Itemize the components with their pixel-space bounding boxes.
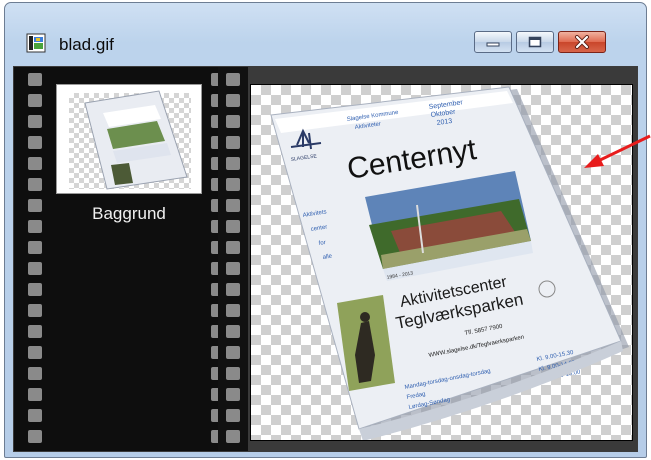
film-sprocket	[226, 430, 240, 443]
film-sprocket	[226, 304, 240, 317]
film-sprocket	[226, 283, 240, 296]
title-bar[interactable]: blad.gif	[5, 3, 646, 61]
film-sprocket	[226, 346, 240, 359]
image-file-icon	[26, 33, 46, 53]
layers-panel: Baggrund	[14, 67, 225, 451]
film-sprocket	[226, 241, 240, 254]
film-sprocket	[28, 73, 42, 86]
film-sprocket	[28, 178, 42, 191]
film-sprockets-right	[226, 67, 240, 451]
film-sprocket	[28, 409, 42, 422]
film-strip-edge	[218, 67, 248, 451]
maximize-icon	[528, 36, 542, 48]
document-image: SLAGELSE Slagelse Kommune Aktiviteter Se…	[270, 86, 629, 440]
minimize-icon	[486, 42, 500, 47]
film-sprocket	[28, 199, 42, 212]
close-icon	[575, 35, 589, 49]
layer-thumbnail[interactable]	[56, 84, 202, 194]
film-sprocket	[226, 409, 240, 422]
film-sprocket	[28, 388, 42, 401]
film-sprocket	[28, 115, 42, 128]
minimize-button[interactable]	[474, 31, 512, 53]
thumbnail-document-image	[84, 90, 188, 190]
window-title: blad.gif	[59, 35, 114, 54]
window-client-area: Baggrund SLAGELSE Slagelse Kommune Aktiv…	[13, 66, 638, 452]
film-sprocket	[226, 73, 240, 86]
film-sprocket	[28, 94, 42, 107]
film-sprocket	[28, 304, 42, 317]
film-sprocket	[28, 325, 42, 338]
film-sprocket	[226, 325, 240, 338]
film-sprocket	[28, 367, 42, 380]
svg-text:for: for	[318, 240, 326, 247]
close-button[interactable]	[558, 31, 606, 53]
film-sprocket	[28, 430, 42, 443]
film-sprocket	[28, 220, 42, 233]
film-sprocket	[28, 157, 42, 170]
film-sprocket	[226, 178, 240, 191]
image-canvas[interactable]: SLAGELSE Slagelse Kommune Aktiviteter Se…	[250, 84, 633, 441]
film-sprocket	[226, 157, 240, 170]
annotation-arrow-icon	[584, 134, 651, 168]
maximize-button[interactable]	[516, 31, 554, 53]
film-sprocket	[226, 367, 240, 380]
film-sprocket	[226, 199, 240, 212]
film-sprocket	[226, 388, 240, 401]
film-sprocket	[28, 346, 42, 359]
film-sprocket	[226, 220, 240, 233]
film-sprocket	[28, 241, 42, 254]
film-sprockets-left	[28, 67, 42, 451]
film-sprocket	[226, 136, 240, 149]
film-sprocket	[226, 94, 240, 107]
film-sprocket	[226, 115, 240, 128]
film-sprocket	[226, 262, 240, 275]
canvas-area: SLAGELSE Slagelse Kommune Aktiviteter Se…	[248, 67, 637, 451]
layer-name: Baggrund	[92, 204, 166, 223]
film-sprocket	[28, 283, 42, 296]
film-sprocket	[28, 262, 42, 275]
image-window: blad.gif Baggrund SLAGELSE Slagelse Komm…	[4, 2, 647, 458]
film-sprocket	[28, 136, 42, 149]
